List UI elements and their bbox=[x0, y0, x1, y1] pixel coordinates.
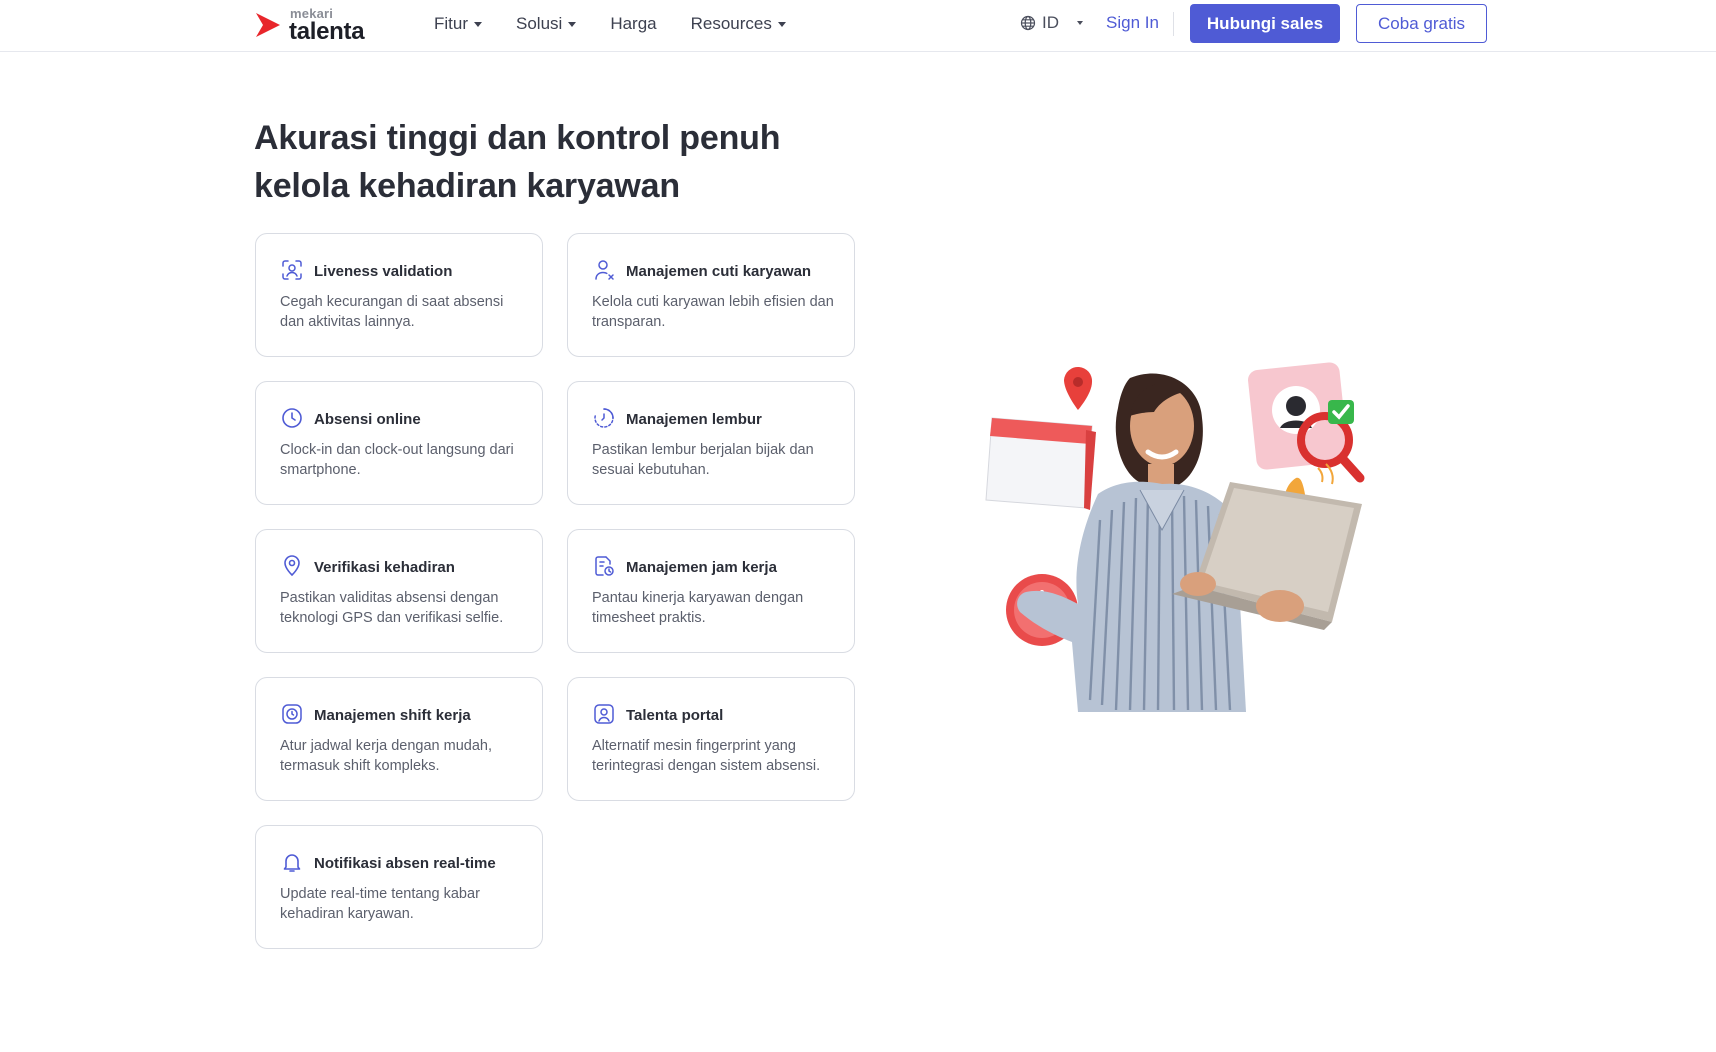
overtime-clock-icon bbox=[594, 408, 614, 428]
feature-card-online-attendance[interactable]: Absensi online Clock-in dan clock-out la… bbox=[255, 381, 543, 505]
nav-fitur[interactable]: Fitur bbox=[434, 14, 482, 34]
page-title: Akurasi tinggi dan kontrol penuh kelola … bbox=[254, 114, 854, 210]
clock-icon bbox=[282, 408, 302, 428]
feature-description: Pantau kinerja karyawan dengan timesheet… bbox=[592, 590, 804, 626]
header-divider bbox=[1173, 12, 1174, 36]
nav-resources-label: Resources bbox=[690, 14, 772, 33]
chevron-down-icon bbox=[1077, 21, 1083, 25]
main-nav: Fitur Solusi Harga Resources bbox=[434, 0, 820, 48]
feature-description: Clock-in dan clock-out langsung dari sma… bbox=[280, 442, 514, 478]
feature-card-liveness-validation[interactable]: Liveness validation Cegah kecurangan di … bbox=[255, 233, 543, 357]
feature-title: Liveness validation bbox=[314, 263, 453, 280]
feature-card-realtime-notification[interactable]: Notifikasi absen real-time Update real-t… bbox=[255, 825, 543, 949]
contact-sales-button[interactable]: Hubungi sales bbox=[1190, 4, 1340, 43]
feature-card-attendance-verification[interactable]: Verifikasi kehadiran Pastikan validitas … bbox=[255, 529, 543, 653]
shift-clock-icon bbox=[282, 704, 302, 724]
feature-description: Kelola cuti karyawan lebih efisien dan t… bbox=[592, 294, 834, 330]
nav-fitur-label: Fitur bbox=[434, 14, 468, 33]
page-title-line2: kelola kehadiran karyawan bbox=[254, 167, 680, 205]
nav-solusi[interactable]: Solusi bbox=[516, 14, 577, 34]
feature-card-leave-management[interactable]: Manajemen cuti karyawan Kelola cuti kary… bbox=[567, 233, 855, 357]
face-scan-icon bbox=[282, 260, 302, 280]
nav-harga[interactable]: Harga bbox=[610, 14, 656, 34]
language-label: ID bbox=[1042, 13, 1059, 32]
language-selector[interactable]: ID bbox=[1020, 13, 1083, 33]
feature-title: Absensi online bbox=[314, 411, 421, 428]
feature-title: Manajemen lembur bbox=[626, 411, 762, 428]
nav-resources[interactable]: Resources bbox=[691, 14, 786, 34]
logo-arrow-icon bbox=[256, 13, 280, 37]
feature-card-work-hours[interactable]: Manajemen jam kerja Pantau kinerja karya… bbox=[567, 529, 855, 653]
chevron-down-icon bbox=[777, 21, 786, 27]
feature-description: Alternatif mesin fingerprint yang terint… bbox=[592, 738, 821, 774]
sign-in-link[interactable]: Sign In bbox=[1106, 13, 1159, 33]
feature-card-shift-management[interactable]: Manajemen shift kerja Atur jadwal kerja … bbox=[255, 677, 543, 801]
location-pin-icon bbox=[284, 555, 300, 577]
feature-description: Atur jadwal kerja dengan mudah, termasuk… bbox=[280, 738, 492, 774]
page-title-line1: Akurasi tinggi dan kontrol penuh bbox=[254, 119, 781, 157]
feature-description: Update real-time tentang kabar kehadiran… bbox=[280, 886, 480, 922]
bell-icon bbox=[283, 854, 301, 872]
user-leave-icon bbox=[595, 260, 614, 280]
profile-search-icon bbox=[1248, 362, 1365, 483]
feature-description: Pastikan validitas absensi dengan teknol… bbox=[280, 590, 504, 626]
feature-title: Manajemen cuti karyawan bbox=[626, 263, 812, 280]
calendar-pin-icon bbox=[985, 366, 1096, 510]
chevron-down-icon bbox=[474, 21, 482, 27]
nav-harga-label: Harga bbox=[610, 14, 657, 33]
feature-card-talenta-portal[interactable]: Talenta portal Alternatif mesin fingerpr… bbox=[567, 677, 855, 801]
feature-description: Cegah kecurangan di saat absensi dan akt… bbox=[280, 294, 504, 330]
feature-title: Talenta portal bbox=[626, 707, 724, 724]
portal-user-icon bbox=[594, 704, 614, 724]
feature-title: Manajemen jam kerja bbox=[626, 559, 777, 576]
talenta-logo[interactable]: mekari talenta bbox=[254, 4, 384, 45]
nav-solusi-label: Solusi bbox=[516, 14, 563, 33]
try-free-button[interactable]: Coba gratis bbox=[1356, 4, 1487, 43]
hero-illustration bbox=[985, 362, 1365, 712]
globe-icon bbox=[1020, 15, 1036, 31]
feature-title: Notifikasi absen real-time bbox=[314, 855, 496, 872]
logo-brand-name: talenta bbox=[289, 18, 365, 45]
chevron-down-icon bbox=[568, 21, 577, 27]
feature-title: Manajemen shift kerja bbox=[314, 707, 471, 724]
top-navbar: mekari talenta Fitur Solusi Harga Resour… bbox=[0, 0, 1716, 52]
feature-card-overtime-management[interactable]: Manajemen lembur Pastikan lembur berjala… bbox=[567, 381, 855, 505]
timesheet-icon bbox=[595, 556, 614, 576]
feature-description: Pastikan lembur berjalan bijak dan sesua… bbox=[592, 442, 814, 478]
feature-title: Verifikasi kehadiran bbox=[314, 559, 455, 576]
